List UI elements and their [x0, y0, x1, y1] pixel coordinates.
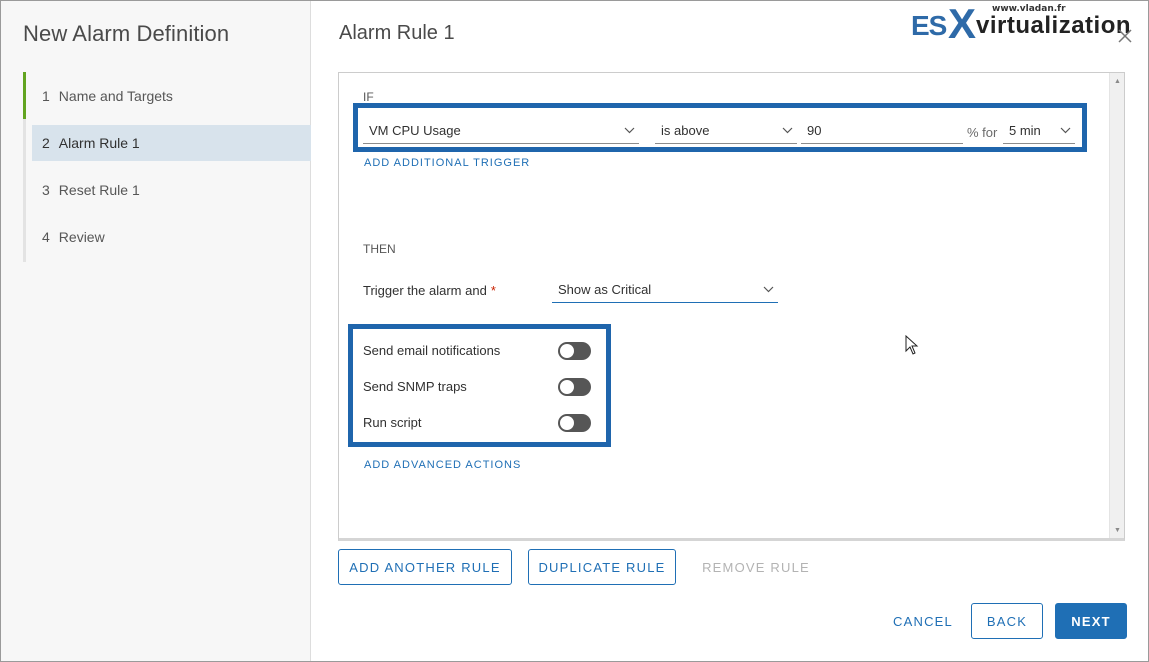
step-reset-rule-1[interactable]: 3 Reset Rule 1	[32, 172, 311, 208]
add-additional-trigger-link[interactable]: ADD ADDITIONAL TRIGGER	[364, 157, 530, 169]
close-icon[interactable]	[1116, 27, 1134, 45]
unit-label: % for	[967, 125, 998, 140]
email-notifications-label: Send email notifications	[363, 343, 501, 358]
snmp-traps-toggle[interactable]	[558, 378, 591, 396]
metric-select-value: VM CPU Usage	[369, 123, 461, 138]
chevron-down-icon	[624, 127, 635, 134]
if-label: IF	[363, 90, 374, 104]
run-script-toggle[interactable]	[558, 414, 591, 432]
toggle-knob	[560, 344, 574, 358]
severity-select[interactable]: Show as Critical	[552, 277, 778, 303]
step-alarm-rule-1[interactable]: 2 Alarm Rule 1	[32, 125, 311, 161]
mouse-cursor-icon	[905, 335, 919, 355]
trigger-alarm-label: Trigger the alarm and *	[363, 283, 496, 298]
step-label: Alarm Rule 1	[58, 135, 140, 151]
add-advanced-actions-link[interactable]: ADD ADVANCED ACTIONS	[364, 459, 521, 471]
operator-select[interactable]: is above	[655, 118, 797, 144]
logo-x: X	[948, 0, 977, 47]
scroll-down-icon[interactable]: ▼	[1114, 527, 1121, 534]
step-number: 2	[42, 135, 50, 151]
run-script-label: Run script	[363, 415, 422, 430]
step-name-and-targets[interactable]: 1 Name and Targets	[32, 78, 311, 114]
vertical-scrollbar[interactable]: ▲ ▼	[1109, 73, 1124, 538]
operator-select-value: is above	[661, 123, 710, 138]
step-number: 3	[42, 182, 50, 198]
duplicate-rule-button[interactable]: DUPLICATE RULE	[528, 549, 676, 585]
scroll-up-icon[interactable]: ▲	[1114, 78, 1121, 85]
step-number: 1	[42, 88, 50, 104]
chevron-down-icon	[763, 286, 774, 293]
wizard-sidebar: New Alarm Definition 1 Name and Targets …	[1, 1, 311, 661]
metric-select[interactable]: VM CPU Usage	[363, 118, 639, 144]
wizard-title: New Alarm Definition	[23, 21, 230, 46]
step-progress-indicator	[23, 72, 26, 119]
back-button[interactable]: BACK	[971, 603, 1043, 639]
step-number: 4	[42, 229, 50, 245]
step-label: Name and Targets	[58, 88, 173, 104]
toggle-knob	[560, 380, 574, 394]
watermark-logo: www.vladan.fr ES X virtualization	[910, 0, 1140, 47]
email-notifications-toggle[interactable]	[558, 342, 591, 360]
severity-select-value: Show as Critical	[558, 282, 652, 297]
remove-rule-button[interactable]: REMOVE RULE	[692, 549, 820, 585]
logo-virtualization: virtualization	[976, 12, 1132, 39]
then-label: THEN	[363, 242, 396, 256]
snmp-traps-label: Send SNMP traps	[363, 379, 467, 394]
next-button[interactable]: NEXT	[1055, 603, 1127, 639]
step-label: Review	[58, 229, 105, 245]
step-label: Reset Rule 1	[58, 182, 140, 198]
duration-select[interactable]: 5 min	[1003, 118, 1075, 144]
trigger-alarm-text: Trigger the alarm and	[363, 283, 487, 298]
step-review[interactable]: 4 Review	[32, 219, 311, 255]
chevron-down-icon	[1060, 127, 1071, 134]
threshold-input[interactable]	[801, 118, 963, 144]
wizard-steps: 1 Name and Targets 2 Alarm Rule 1 3 Rese…	[23, 72, 311, 262]
logo-es: ES	[911, 10, 947, 41]
cancel-button[interactable]: CANCEL	[884, 603, 962, 639]
add-another-rule-button[interactable]: ADD ANOTHER RULE	[338, 549, 512, 585]
required-indicator: *	[490, 283, 496, 298]
page-title: Alarm Rule 1	[339, 22, 455, 44]
chevron-down-icon	[782, 127, 793, 134]
toggle-knob	[560, 416, 574, 430]
duration-select-value: 5 min	[1009, 123, 1041, 138]
